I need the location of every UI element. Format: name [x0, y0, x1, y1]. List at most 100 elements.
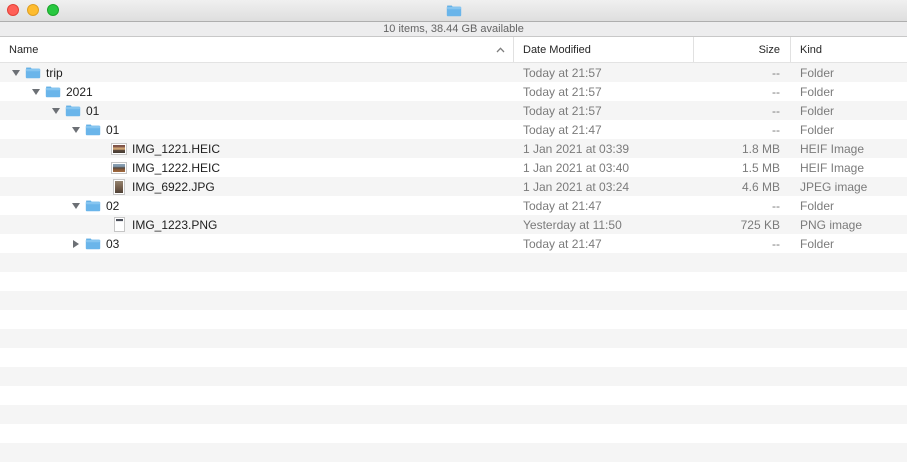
kind-cell: PNG image — [790, 218, 907, 232]
column-header-date-modified[interactable]: Date Modified — [513, 37, 693, 62]
sort-ascending-icon — [496, 47, 505, 53]
name-cell: IMG_6922.JPG — [0, 177, 513, 196]
kind-cell: Folder — [790, 199, 907, 213]
name-cell: IMG_1223.PNG — [0, 215, 513, 234]
disclosure-collapsed-icon[interactable] — [67, 234, 85, 253]
kind-cell: Folder — [790, 237, 907, 251]
title-bar[interactable] — [0, 0, 907, 22]
photo-portrait-thumbnail-icon — [113, 179, 125, 195]
item-name-label: 01 — [86, 104, 99, 118]
item-name-label: IMG_6922.JPG — [132, 180, 215, 194]
kind-cell: Folder — [790, 85, 907, 99]
row-IMG_1223.PNG[interactable]: IMG_1223.PNG Yesterday at 11:50 725 KB P… — [0, 215, 907, 234]
name-cell: 01 — [0, 120, 513, 139]
kind-cell: JPEG image — [790, 180, 907, 194]
disclosure-expanded-icon[interactable] — [27, 82, 45, 101]
screenshot-portrait-thumbnail-icon — [114, 217, 125, 232]
kind-cell: Folder — [790, 66, 907, 80]
date-modified-cell: Yesterday at 11:50 — [513, 218, 693, 232]
column-header-name-label: Name — [9, 44, 38, 56]
size-cell: -- — [693, 66, 790, 80]
size-cell: -- — [693, 199, 790, 213]
minimize-button[interactable] — [27, 4, 39, 16]
row-02[interactable]: 02 Today at 21:47 -- Folder — [0, 196, 907, 215]
folder-icon — [85, 237, 101, 250]
kind-cell: Folder — [790, 123, 907, 137]
item-icon-slot — [85, 234, 101, 253]
name-cell: IMG_1221.HEIC — [0, 139, 513, 158]
name-cell: 01 — [0, 101, 513, 120]
date-modified-cell: 1 Jan 2021 at 03:39 — [513, 142, 693, 156]
photo-landscape-a-thumbnail-icon — [111, 143, 127, 155]
size-cell: -- — [693, 104, 790, 118]
column-header-kind[interactable]: Kind — [790, 37, 907, 62]
column-header-row: Name Date Modified Size Kind — [0, 37, 907, 63]
date-modified-cell: Today at 21:47 — [513, 237, 693, 251]
folder-icon — [85, 199, 101, 212]
disclosure-expanded-icon[interactable] — [67, 120, 85, 139]
date-modified-cell: Today at 21:57 — [513, 85, 693, 99]
item-name-label: trip — [46, 66, 63, 80]
size-cell: -- — [693, 85, 790, 99]
row-IMG_1222.HEIC[interactable]: IMG_1222.HEIC 1 Jan 2021 at 03:40 1.5 MB… — [0, 158, 907, 177]
item-name-label: 03 — [106, 237, 119, 251]
item-icon-slot — [111, 215, 127, 234]
item-icon-slot — [65, 101, 81, 120]
item-icon-slot — [85, 196, 101, 215]
name-cell: IMG_1222.HEIC — [0, 158, 513, 177]
date-modified-cell: 1 Jan 2021 at 03:40 — [513, 161, 693, 175]
item-icon-slot — [25, 63, 41, 82]
name-cell: trip — [0, 63, 513, 82]
disclosure-expanded-icon[interactable] — [7, 63, 25, 82]
name-cell: 2021 — [0, 82, 513, 101]
disclosure-triangle-icon — [87, 177, 105, 196]
finder-window: 10 items, 38.44 GB available Name Date M… — [0, 0, 907, 470]
disclosure-triangle-icon — [87, 215, 105, 234]
column-header-size[interactable]: Size — [693, 37, 790, 62]
folder-icon — [65, 104, 81, 117]
date-modified-cell: Today at 21:57 — [513, 104, 693, 118]
item-name-label: 02 — [106, 199, 119, 213]
row-01[interactable]: 01 Today at 21:47 -- Folder — [0, 120, 907, 139]
item-icon-slot — [85, 120, 101, 139]
item-name-label: IMG_1223.PNG — [132, 218, 217, 232]
disclosure-triangle-icon — [87, 158, 105, 177]
kind-cell: Folder — [790, 104, 907, 118]
date-modified-cell: Today at 21:47 — [513, 199, 693, 213]
row-IMG_1221.HEIC[interactable]: IMG_1221.HEIC 1 Jan 2021 at 03:39 1.8 MB… — [0, 139, 907, 158]
file-list: trip Today at 21:57 -- Folder 2021 Today… — [0, 63, 907, 253]
item-name-label: 01 — [106, 123, 119, 137]
date-modified-cell: Today at 21:47 — [513, 123, 693, 137]
folder-icon — [45, 85, 61, 98]
status-text: 10 items, 38.44 GB available — [383, 23, 524, 35]
kind-cell: HEIF Image — [790, 161, 907, 175]
item-name-label: 2021 — [66, 85, 93, 99]
size-cell: 1.8 MB — [693, 142, 790, 156]
photo-landscape-b-thumbnail-icon — [111, 162, 127, 174]
item-icon-slot — [111, 139, 127, 158]
item-icon-slot — [45, 82, 61, 101]
item-icon-slot — [111, 177, 127, 196]
item-name-label: IMG_1221.HEIC — [132, 142, 220, 156]
date-modified-cell: 1 Jan 2021 at 03:24 — [513, 180, 693, 194]
item-icon-slot — [111, 158, 127, 177]
size-cell: -- — [693, 123, 790, 137]
folder-icon — [85, 123, 101, 136]
size-cell: 4.6 MB — [693, 180, 790, 194]
empty-rows-area — [0, 253, 907, 470]
status-bar: 10 items, 38.44 GB available — [0, 22, 907, 37]
traffic-lights — [7, 4, 59, 16]
column-header-name[interactable]: Name — [0, 37, 513, 62]
row-trip[interactable]: trip Today at 21:57 -- Folder — [0, 63, 907, 82]
date-modified-cell: Today at 21:57 — [513, 66, 693, 80]
zoom-button[interactable] — [47, 4, 59, 16]
close-button[interactable] — [7, 4, 19, 16]
row-IMG_6922.JPG[interactable]: IMG_6922.JPG 1 Jan 2021 at 03:24 4.6 MB … — [0, 177, 907, 196]
kind-cell: HEIF Image — [790, 142, 907, 156]
row-01[interactable]: 01 Today at 21:57 -- Folder — [0, 101, 907, 120]
proxy-folder-icon[interactable] — [446, 4, 462, 17]
disclosure-expanded-icon[interactable] — [67, 196, 85, 215]
row-2021[interactable]: 2021 Today at 21:57 -- Folder — [0, 82, 907, 101]
row-03[interactable]: 03 Today at 21:47 -- Folder — [0, 234, 907, 253]
disclosure-expanded-icon[interactable] — [47, 101, 65, 120]
